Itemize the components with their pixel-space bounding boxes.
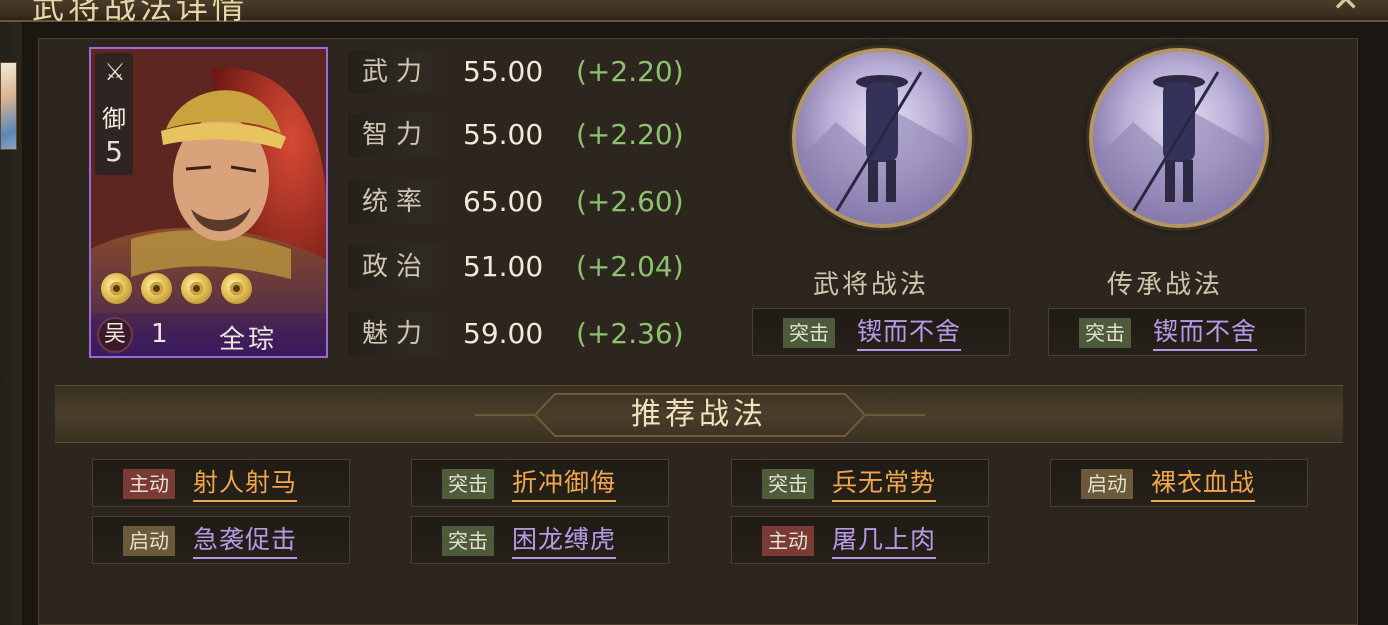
stat-row-command: 统率 65.00 (+2.60) [348,180,708,224]
stat-row-charm: 魅力 59.00 (+2.36) [348,312,708,356]
skill-name[interactable]: 屠几上肉 [832,523,937,559]
own-skill-icon[interactable] [792,48,972,228]
stat-label: 智力 [348,113,452,157]
skill-name[interactable]: 急袭促击 [193,523,298,559]
page-title: 武将战法详情 [32,0,249,26]
skill-name[interactable]: 射人射马 [193,466,298,502]
stat-bonus: (+2.20) [576,118,684,151]
recommend-skill-6[interactable]: 突击 困龙缚虎 [411,516,669,564]
inherit-skill-icon[interactable] [1089,48,1269,228]
stat-value: 55.00 [463,55,544,88]
stat-label: 统率 [348,180,452,224]
stat-value: 55.00 [463,118,544,151]
stat-bonus: (+2.36) [576,317,684,350]
inherit-skill-title: 传承战法 [1107,270,1224,300]
stat-value: 65.00 [463,185,544,218]
card-footer: 吴 1 全琮 [91,313,326,356]
skill-type-tag: 启动 [123,526,175,556]
badge-char: 御 [102,105,126,133]
skill-name[interactable]: 锲而不舍 [1153,315,1258,351]
star-coin-icon [141,273,172,304]
general-name: 全琮 [219,325,278,355]
skill-type-tag: 主动 [123,469,175,499]
stat-label: 魅力 [348,312,452,356]
recommend-banner: 推荐战法 [55,385,1343,443]
spearman-icon [796,71,968,224]
skill-name[interactable]: 裸衣血战 [1151,466,1256,502]
skill-type-tag: 突击 [442,526,494,556]
left-edge-strip [0,22,22,625]
recommend-skill-7[interactable]: 主动 屠几上肉 [731,516,989,564]
star-coins [101,273,252,304]
recommend-skill-4[interactable]: 启动 裸衣血战 [1050,459,1308,507]
spearman-icon [1093,71,1265,224]
recommend-skill-2[interactable]: 突击 折冲御侮 [411,459,669,507]
stat-bonus: (+2.60) [576,185,684,218]
stat-row-force: 武力 55.00 (+2.20) [348,50,708,94]
recommend-title: 推荐战法 [631,397,767,432]
own-skill-slot[interactable]: 突击 锲而不舍 [752,308,1010,356]
skill-type-tag: 主动 [762,526,814,556]
skill-name[interactable]: 困龙缚虎 [512,523,617,559]
skill-name[interactable]: 兵无常势 [832,466,937,502]
stat-bonus: (+2.20) [576,55,684,88]
stat-row-intelligence: 智力 55.00 (+2.20) [348,113,708,157]
title-bar: 武将战法详情 ✕ [0,0,1388,26]
stat-value: 59.00 [463,317,544,350]
recommend-skill-1[interactable]: 主动 射人射马 [92,459,350,507]
general-level: 1 [151,319,168,349]
close-icon[interactable]: ✕ [1332,0,1361,20]
neighbor-portrait-thumb[interactable] [0,62,17,150]
inherit-skill-slot[interactable]: 突击 锲而不舍 [1048,308,1306,356]
skill-name[interactable]: 折冲御侮 [512,466,617,502]
skill-type-tag: 启动 [1081,469,1133,499]
stat-value: 51.00 [463,250,544,283]
star-coin-icon [221,273,252,304]
skill-name[interactable]: 锲而不舍 [857,315,962,351]
own-skill-title: 武将战法 [813,270,930,300]
skill-type-tag: 突击 [783,318,835,348]
badge-number: 5 [105,135,123,168]
skill-type-tag: 突击 [1079,318,1131,348]
star-coin-icon [101,273,132,304]
stat-label: 政治 [348,245,452,289]
star-coin-icon [181,273,212,304]
stat-row-politics: 政治 51.00 (+2.04) [348,245,708,289]
skill-type-tag: 突击 [442,469,494,499]
bow-icon: ⚔ [104,58,126,86]
stat-label: 武力 [348,50,452,94]
general-card[interactable]: ⚔ 御 5 吴 1 全琮 [89,47,328,358]
stat-bonus: (+2.04) [576,250,684,283]
skill-type-tag: 突击 [762,469,814,499]
troop-type-badge: ⚔ 御 5 [95,53,133,175]
recommend-skill-3[interactable]: 突击 兵无常势 [731,459,989,507]
faction-badge: 吴 [97,317,133,353]
recommend-skill-5[interactable]: 启动 急袭促击 [92,516,350,564]
